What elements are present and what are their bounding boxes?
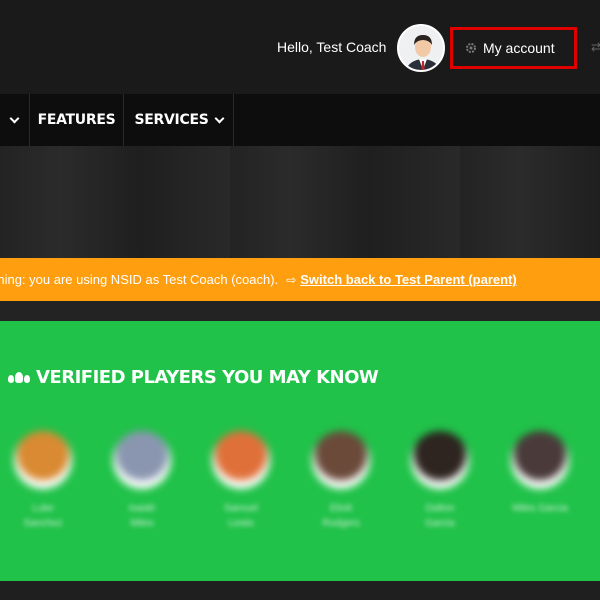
switch-arrows-icon[interactable]: ⇄ [591,40,600,54]
page-footer-strip [0,581,600,600]
player-card[interactable]: Luke Sanchez [3,431,83,531]
player-name-line: Sanchez [23,518,63,529]
player-name-line: Lewis [228,518,254,529]
my-account-label: My account [483,40,555,56]
chevron-down-icon [214,113,224,123]
player-name: Samuel Lewis [201,501,281,531]
player-name-line: Samuel [224,503,258,514]
section-divider [0,301,600,321]
switch-back-link[interactable]: Switch back to Test Parent (parent) [300,272,516,287]
nav-item-services[interactable]: SERVICES [124,94,234,146]
player-card[interactable]: Samuel Lewis [201,431,281,531]
player-card[interactable]: Dalton Garcia [400,431,480,531]
gear-icon [466,43,476,53]
player-avatar [212,431,270,489]
player-name-line: Miles [130,518,154,529]
player-name: Isaiah Miles [102,501,182,531]
player-name: Luke Sanchez [3,501,83,531]
warning-text: Warning: you are using NSID as Test Coac… [0,272,279,287]
player-avatar [312,431,370,489]
section-title-text: VERIFIED PLAYERS YOU MAY KNOW [36,367,379,388]
user-greeting: Hello, Test Coach [277,39,387,55]
player-name: Eliott Rodgers [301,501,381,531]
top-bar: Hello, Test Coach My account ⇄ [0,0,600,94]
avatar-person-icon [399,26,443,70]
player-name-line: Dalton [425,503,455,514]
player-name: Dalton Garcia [400,501,480,531]
player-name-line: Luke [32,503,54,514]
chevron-down-icon [9,113,20,123]
sign-out-icon: ⇨ [286,272,297,287]
avatar[interactable] [397,24,445,72]
player-avatar [14,431,72,489]
nav-item-label: FEATURES [37,112,116,128]
nav-item-features[interactable]: FEATURES [30,94,124,146]
main-nav: FEATURES SERVICES [0,94,600,146]
player-card[interactable]: Miles Garcia [500,431,580,516]
hero-banner [0,146,600,258]
player-name-line: Isaiah [128,503,156,514]
player-name-line: Garcia [425,518,455,529]
player-card[interactable]: Eliott Rodgers [301,431,381,531]
player-name: Miles Garcia [500,501,580,516]
impersonation-warning-bar: Warning: you are using NSID as Test Coac… [0,258,600,301]
player-card[interactable]: Isaiah Miles [102,431,182,531]
player-name-line: Miles Garcia [512,503,568,514]
nav-item-label: SERVICES [134,112,209,128]
player-avatar [113,431,171,489]
player-name-line: Eliott [329,503,353,514]
player-avatar [411,431,469,489]
section-title: VERIFIED PLAYERS YOU MAY KNOW [8,367,379,388]
users-icon [8,372,30,383]
my-account-button[interactable]: My account [450,27,577,69]
player-avatar [511,431,569,489]
nav-dropdown-partial[interactable] [0,94,30,146]
verified-players-section: VERIFIED PLAYERS YOU MAY KNOW Luke Sanch… [0,321,600,581]
player-name-line: Rodgers [322,518,360,529]
